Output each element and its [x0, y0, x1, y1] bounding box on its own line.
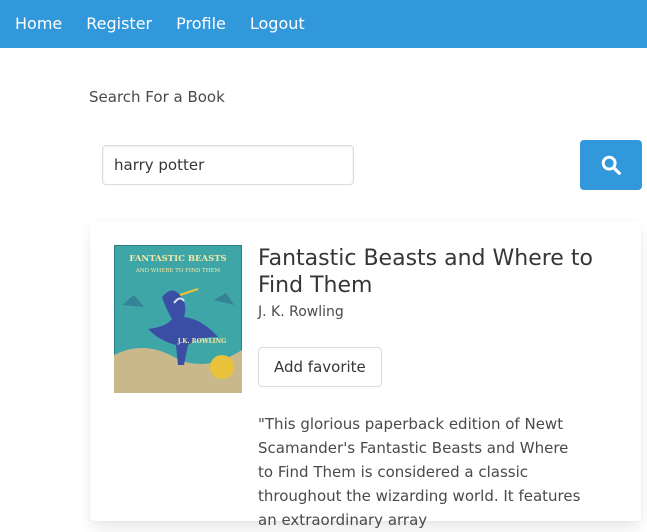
- book-description: "This glorious paperback edition of Newt…: [258, 415, 581, 529]
- nav-register-link[interactable]: Register: [74, 0, 164, 48]
- book-title: Fantastic Beasts and Where to Find Them: [258, 246, 593, 298]
- cover-author-text: J.K. ROWLING: [177, 338, 226, 345]
- nav-home-link[interactable]: Home: [0, 0, 74, 48]
- search-button[interactable]: [580, 140, 642, 190]
- cover-subtitle-text: AND WHERE TO FIND THEM: [135, 268, 221, 274]
- book-result-card: FANTASTIC BEASTS AND WHERE TO FIND THEM …: [90, 221, 641, 529]
- search-input[interactable]: [102, 145, 354, 185]
- search-heading: Search For a Book: [89, 88, 225, 106]
- book-author: J. K. Rowling: [258, 304, 344, 320]
- nav-logout-link[interactable]: Logout: [238, 0, 317, 48]
- nav-profile-link[interactable]: Profile: [164, 0, 238, 48]
- cover-title-text: FANTASTIC BEASTS: [129, 254, 226, 264]
- top-navbar: Home Register Profile Logout: [0, 0, 647, 48]
- book-cover-image: FANTASTIC BEASTS AND WHERE TO FIND THEM …: [114, 245, 242, 393]
- search-icon: [601, 155, 621, 175]
- add-favorite-button[interactable]: Add favorite: [258, 347, 382, 387]
